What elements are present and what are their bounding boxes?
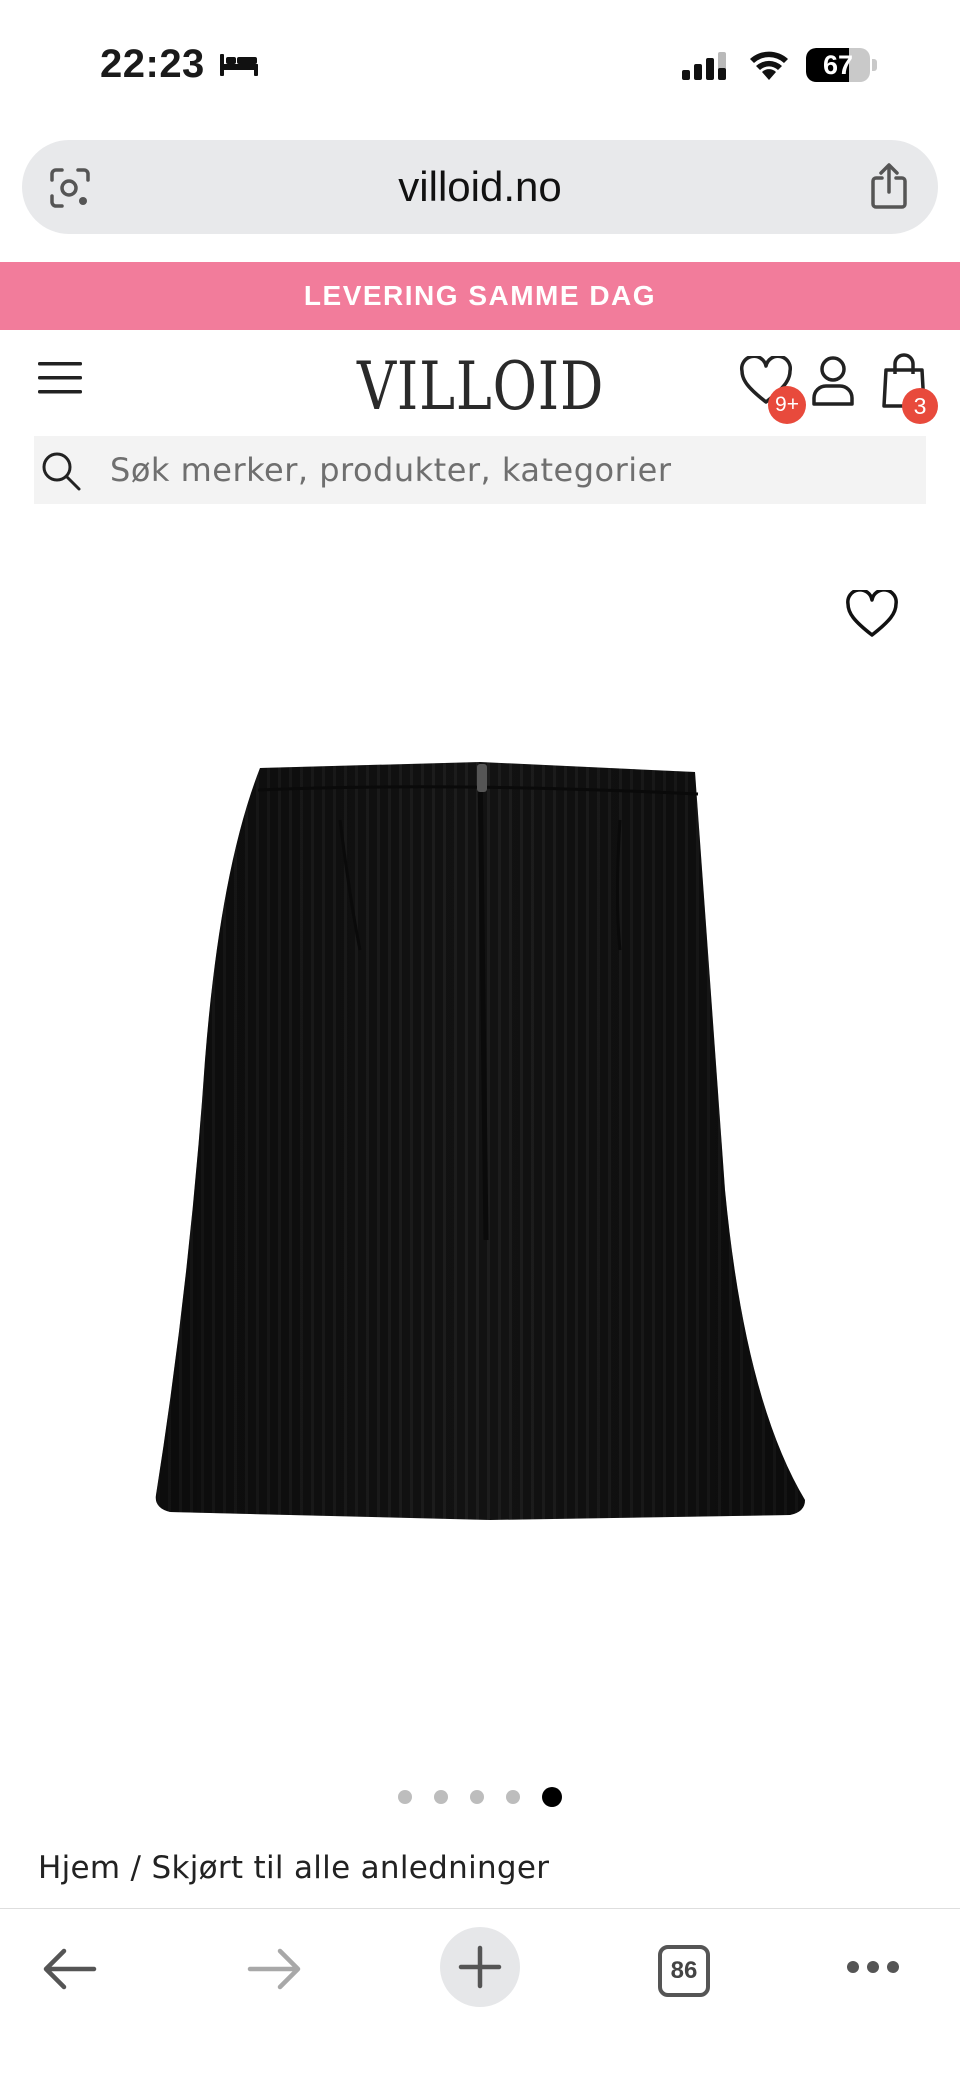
address-bar[interactable]: villoid.no <box>22 140 938 234</box>
site-header: VILLOID 9+ 3 <box>0 330 960 430</box>
wifi-icon <box>750 51 788 80</box>
forward-arrow-icon[interactable] <box>246 1945 304 1993</box>
more-icon[interactable] <box>846 1959 900 1975</box>
heart-icon[interactable] <box>844 590 900 640</box>
plus-icon <box>458 1945 502 1989</box>
browser-toolbar: 86 <box>0 1908 960 2081</box>
wishlist-badge: 9+ <box>768 386 806 424</box>
pagination-dot-active[interactable] <box>542 1787 562 1807</box>
signal-icon <box>682 52 726 80</box>
tabs-icon[interactable]: 86 <box>658 1945 710 1997</box>
breadcrumb: Hjem / Skjørt til alle anledninger <box>38 1850 549 1886</box>
battery-level: 67 <box>822 50 854 80</box>
share-icon[interactable] <box>868 162 910 210</box>
breadcrumb-category[interactable]: Skjørt til alle anledninger <box>151 1850 549 1886</box>
gallery-pagination[interactable] <box>0 1785 960 1809</box>
bed-icon <box>220 54 258 76</box>
search-bar[interactable] <box>34 436 926 504</box>
product-image[interactable] <box>150 760 810 1540</box>
new-tab-button[interactable] <box>440 1927 520 2007</box>
menu-icon[interactable] <box>38 360 82 396</box>
back-arrow-icon[interactable] <box>40 1945 98 1993</box>
product-gallery[interactable] <box>0 540 960 1770</box>
breadcrumb-separator: / <box>120 1850 152 1886</box>
breadcrumb-home[interactable]: Hjem <box>38 1850 120 1886</box>
cart-badge: 3 <box>902 388 938 424</box>
site-logo[interactable]: VILLOID <box>357 348 603 425</box>
pagination-dot[interactable] <box>506 1790 520 1804</box>
url-text[interactable]: villoid.no <box>22 140 938 234</box>
pagination-dot[interactable] <box>398 1790 412 1804</box>
status-time: 22:23 <box>100 42 205 86</box>
status-bar: 22:23 67 <box>0 0 960 130</box>
search-input[interactable] <box>110 436 910 504</box>
promo-banner[interactable]: LEVERING SAMME DAG <box>0 262 960 330</box>
pagination-dot[interactable] <box>434 1790 448 1804</box>
user-icon[interactable] <box>810 354 856 408</box>
search-icon <box>42 452 81 491</box>
battery-indicator: 67 <box>806 48 877 82</box>
pagination-dot[interactable] <box>470 1790 484 1804</box>
